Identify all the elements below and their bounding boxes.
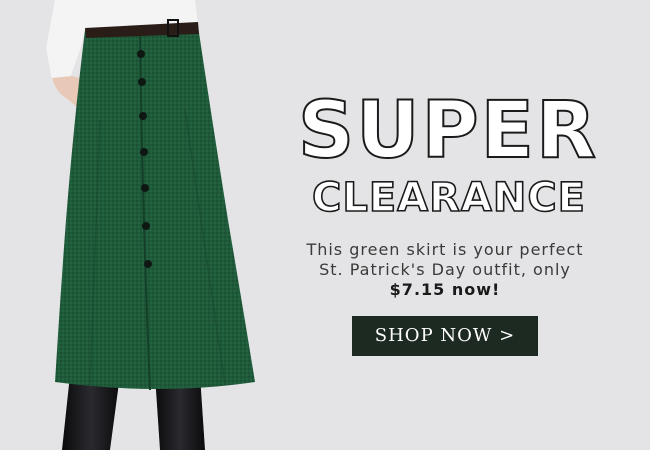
headline-clearance: CLEARANCE xyxy=(311,175,587,221)
promo-banner: SUPER CLEARANCE This green skirt is your… xyxy=(0,0,650,450)
shop-now-button[interactable]: SHOP NOW > xyxy=(352,316,538,356)
description-line-2: St. Patrick's Day outfit, only xyxy=(319,260,571,279)
skirt xyxy=(55,26,255,389)
promo-description: This green skirt is your perfect St. Pat… xyxy=(280,240,610,300)
headline-super: SUPER xyxy=(297,86,599,176)
description-line-1: This green skirt is your perfect xyxy=(306,240,584,259)
price-text: $7.15 now! xyxy=(389,280,501,299)
promo-copy: SUPER CLEARANCE This green skirt is your… xyxy=(280,86,610,356)
green-skirt-image[interactable] xyxy=(0,0,300,450)
